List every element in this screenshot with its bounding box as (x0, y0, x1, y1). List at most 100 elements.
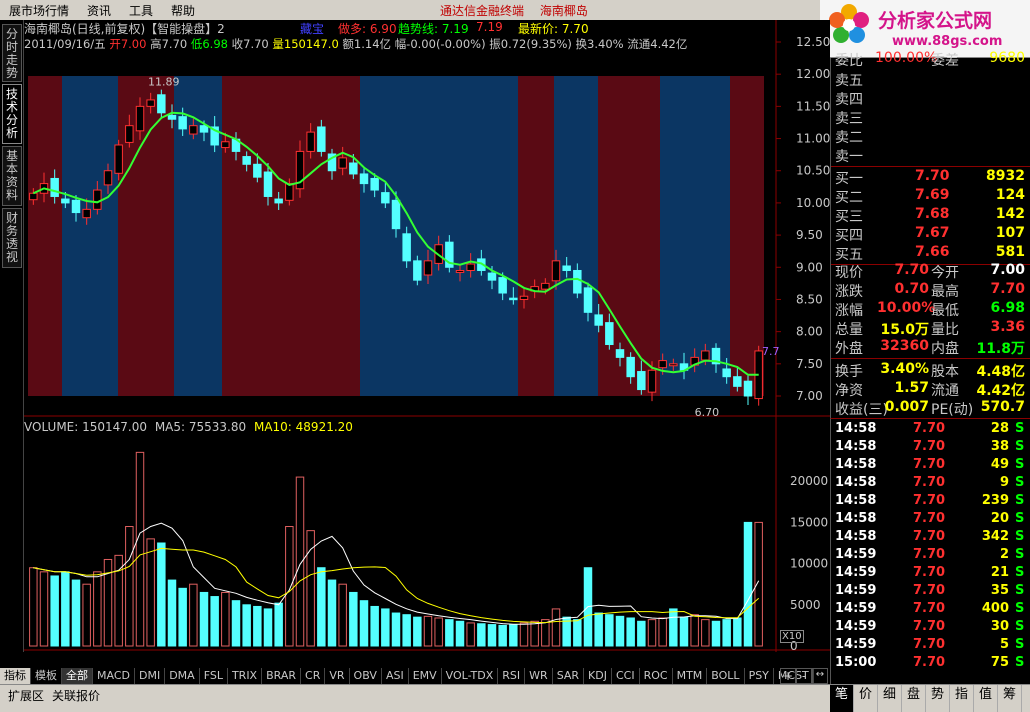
price-axis-label: 8.50 (796, 292, 823, 306)
right-tab-3[interactable]: 盘 (902, 685, 926, 712)
indicator-tab-brar[interactable]: BRAR (262, 668, 302, 684)
tab-finance[interactable]: 财务透视 (2, 208, 22, 268)
stat-label: 今开 (931, 265, 959, 281)
volume-bar (477, 623, 486, 647)
sell-level-row[interactable]: 卖二 (831, 127, 1030, 146)
tick-row[interactable]: 14:58 7.70 9 S (831, 475, 1030, 493)
tick-time: 14:58 (835, 457, 877, 472)
sell-level-row[interactable]: 卖四 (831, 89, 1030, 108)
tick-row[interactable]: 14:58 7.70 38 S (831, 439, 1030, 457)
latest-price: 最新价: 7.70 (518, 22, 589, 36)
volume-axis-label: 20000 (790, 474, 828, 488)
buy-level-row[interactable]: 买二 7.69 124 (831, 187, 1030, 206)
volume-bar (210, 596, 219, 647)
tick-row[interactable]: 14:58 7.70 28 S (831, 421, 1030, 439)
tick-row[interactable]: 14:58 7.70 239 S (831, 493, 1030, 511)
tick-row[interactable]: 14:59 7.70 400 S (831, 601, 1030, 619)
indicator-tab-kdj[interactable]: KDJ (584, 668, 612, 684)
candle-body (135, 105, 145, 132)
book-divider (831, 358, 1030, 359)
tick-row[interactable]: 14:59 7.70 21 S (831, 565, 1030, 583)
indicator-tab-sar[interactable]: SAR (553, 668, 585, 684)
volume-bar (327, 579, 337, 647)
expand-area-button[interactable]: 扩展区 (8, 687, 44, 704)
right-tab-7[interactable]: 筹 (998, 685, 1022, 712)
buy-level-row[interactable]: 买三 7.68 142 (831, 206, 1030, 225)
menu-tools[interactable]: 工具 (120, 2, 162, 19)
indicator-tab-dmi[interactable]: DMI (135, 668, 166, 684)
tick-list[interactable]: 14:58 7.70 28 S 14:58 7.70 38 S 14:58 7.70 49 S 14:5… (830, 418, 1030, 684)
indicator-tab-指标[interactable]: 指标 (0, 668, 31, 684)
zoom-in-button[interactable]: + (780, 668, 796, 684)
tick-row[interactable]: 14:58 7.70 49 S (831, 457, 1030, 475)
indicator-tab-cr[interactable]: CR (301, 668, 326, 684)
buy-level-label: 买一 (835, 171, 863, 187)
buy-level-row[interactable]: 买五 7.66 581 (831, 244, 1030, 263)
indicator-tab-mtm[interactable]: MTM (673, 668, 708, 684)
zoom-out-button[interactable]: - (796, 668, 812, 684)
candle-body (509, 297, 518, 301)
sell-level-row[interactable]: 卖一 (831, 146, 1030, 165)
related-quotes-button[interactable]: 关联报价 (52, 687, 100, 704)
tick-volume: 342 (981, 529, 1009, 544)
indicator-tab-obv[interactable]: OBV (350, 668, 382, 684)
sell-level-row[interactable]: 卖五 (831, 70, 1030, 89)
indicator-tab-全部[interactable]: 全部 (62, 668, 93, 684)
tick-row[interactable]: 14:59 7.70 30 S (831, 619, 1030, 637)
stat-label: 换手 (835, 364, 863, 380)
tab-technical[interactable]: 技术分析 (2, 84, 22, 144)
tick-row[interactable]: 14:59 7.70 2 S (831, 547, 1030, 565)
menu-help[interactable]: 帮助 (162, 2, 204, 19)
indicator-tab-fsl[interactable]: FSL (200, 668, 228, 684)
tick-row[interactable]: 14:58 7.70 342 S (831, 529, 1030, 547)
volume-bar (189, 583, 198, 647)
pan-button[interactable]: ↔ (812, 668, 828, 684)
band-red (28, 76, 62, 396)
right-tab-6[interactable]: 值 (974, 685, 998, 712)
bar-turnover: 换3.40% (575, 37, 624, 51)
candle-body (626, 356, 635, 378)
tab-profile[interactable]: 基本资料 (2, 146, 22, 206)
indicator-tab-roc[interactable]: ROC (640, 668, 673, 684)
candle-body (82, 208, 91, 219)
tick-row[interactable]: 14:59 7.70 5 S (831, 637, 1030, 655)
right-tab-4[interactable]: 势 (926, 685, 950, 712)
candle-body (423, 260, 433, 276)
tick-row[interactable]: 15:00 7.70 75 S (831, 655, 1030, 673)
indicator-tab-emv[interactable]: EMV (409, 668, 442, 684)
indicator-tab-asi[interactable]: ASI (382, 668, 409, 684)
chart-canvas[interactable]: 12.50 12.00 11.50 11.00 10.50 10.00 9.50 9.00 8.… (24, 20, 830, 652)
indicator-tab-vr[interactable]: VR (325, 668, 350, 684)
tab-intraday[interactable]: 分时走势 (2, 24, 22, 82)
indicator-tab-vol-tdx[interactable]: VOL-TDX (442, 668, 499, 684)
indicator-tab-macd[interactable]: MACD (93, 668, 135, 684)
indicator-tab-psy[interactable]: PSY (745, 668, 774, 684)
right-tab-2[interactable]: 细 (878, 685, 902, 712)
indicator-tab-trix[interactable]: TRIX (228, 668, 263, 684)
tick-time: 14:59 (835, 565, 877, 580)
candle-body (61, 198, 70, 204)
indicator-tab-wr[interactable]: WR (525, 668, 553, 684)
stat-value: 6.98 (990, 300, 1025, 316)
kline-chart[interactable]: 12.50 12.00 11.50 11.00 10.50 10.00 9.50 9.00 8.… (24, 20, 830, 652)
indicator-tab-模板[interactable]: 模板 (31, 668, 62, 684)
candle-body (285, 183, 294, 201)
tick-row[interactable]: 14:58 7.70 20 S (831, 511, 1030, 529)
indicator-tab-boll[interactable]: BOLL (707, 668, 745, 684)
sell-level-row[interactable]: 卖三 (831, 108, 1030, 127)
tick-time: 14:58 (835, 493, 877, 508)
tick-row[interactable]: 14:59 7.70 35 S (831, 583, 1030, 601)
right-tab-5[interactable]: 指 (950, 685, 974, 712)
indicator-tab-dma[interactable]: DMA (165, 668, 200, 684)
buy-level-row[interactable]: 买一 7.70 8932 (831, 168, 1030, 187)
volume-bar (626, 617, 635, 647)
volume-bar (349, 591, 358, 647)
buy-level-label: 买四 (835, 228, 863, 244)
buy-level-row[interactable]: 买四 7.67 107 (831, 225, 1030, 244)
menu-market[interactable]: 展市场行情 (0, 2, 78, 19)
right-tab-0[interactable]: 笔 (830, 685, 854, 712)
indicator-tab-cci[interactable]: CCI (612, 668, 640, 684)
indicator-tab-rsi[interactable]: RSI (498, 668, 526, 684)
menu-info[interactable]: 资讯 (78, 2, 120, 19)
right-tab-1[interactable]: 价 (854, 685, 878, 712)
